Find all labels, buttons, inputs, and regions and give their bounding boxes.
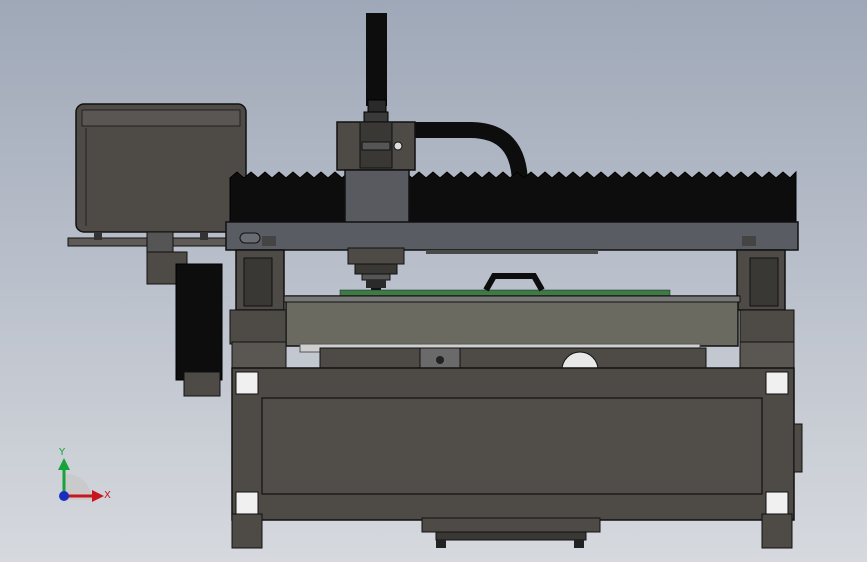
- z-axis-column[interactable]: [363, 13, 389, 125]
- control-cabinet[interactable]: [67, 103, 247, 247]
- gantry-side-left[interactable]: [235, 249, 285, 311]
- x-axis-label: X: [104, 490, 111, 501]
- cad-model-render: Y X: [0, 0, 867, 562]
- bellows-cover: [229, 170, 797, 225]
- cad-viewport[interactable]: Y X: [0, 0, 867, 562]
- y-axis-label: Y: [58, 447, 66, 458]
- y-rail: [319, 347, 707, 371]
- gantry-beam[interactable]: [225, 221, 799, 254]
- rail-block-left: [229, 309, 287, 369]
- rail-block-right: [739, 309, 795, 369]
- gantry-side-right[interactable]: [736, 249, 786, 311]
- work-bed[interactable]: [283, 295, 741, 353]
